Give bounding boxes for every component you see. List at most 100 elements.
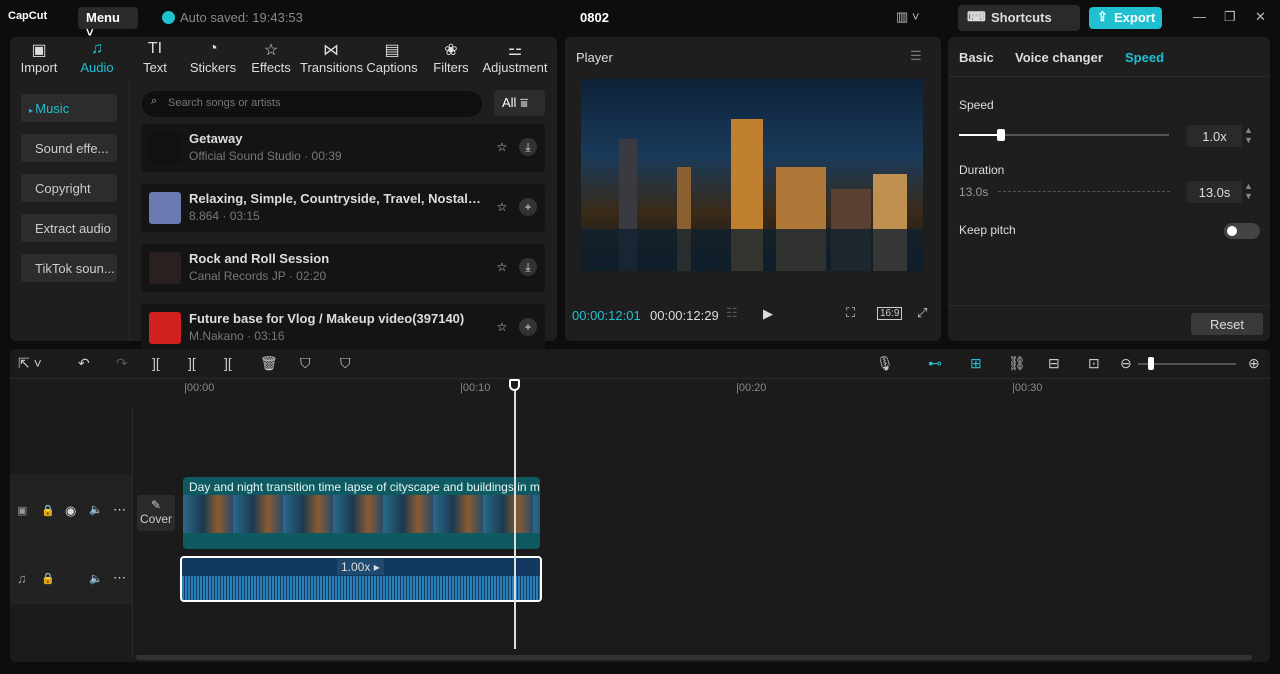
split-icon[interactable]: ][ (152, 355, 160, 371)
keep-pitch-toggle[interactable] (1224, 223, 1260, 239)
tab-captions[interactable]: ▤ Captions (362, 37, 422, 79)
tab-text[interactable]: TI Text (126, 37, 184, 79)
time-tick: |00:30 (1012, 382, 1043, 394)
video-clip[interactable]: Day and night transition time lapse of c… (183, 477, 540, 549)
lock-icon[interactable]: 🔒 (41, 504, 55, 517)
favorite-icon[interactable]: ☆ (493, 138, 511, 156)
tab-stickers[interactable]: ◔ Stickers (184, 37, 242, 79)
song-item[interactable]: Getaway Official Sound Studio · 00:39 ☆ ⤓ (141, 124, 545, 172)
audio-icon: ♫ (91, 40, 103, 57)
speed-slider[interactable] (959, 129, 1169, 141)
audio-sidebar: ▸ Music Sound effe... Copyright Extract aud… (10, 79, 130, 341)
favorite-icon[interactable]: ☆ (493, 318, 511, 336)
minimize-icon[interactable]: — (1193, 9, 1206, 24)
lock-icon[interactable]: 🔒 (41, 572, 55, 585)
sidebar-item[interactable]: Copyright (21, 174, 117, 202)
tab-voice-changer[interactable]: Voice changer (1015, 50, 1103, 65)
audio-speed-label: 1.00x (341, 560, 371, 574)
horizontal-scrollbar[interactable] (136, 655, 1252, 660)
preview-axis-icon[interactable]: ⊟ (1048, 355, 1060, 372)
sidebar-item[interactable]: Extract audio (21, 214, 117, 242)
menu-button[interactable]: Menu ˅ (78, 7, 138, 40)
filter-button[interactable]: All ⩸ (494, 90, 545, 116)
tab-adjustment[interactable]: ⚍ Adjustment (480, 37, 550, 79)
reset-button[interactable]: Reset (1191, 313, 1263, 335)
duration-stepper[interactable]: ▲ ▼ (1244, 181, 1253, 201)
song-item[interactable]: Rock and Roll Session Canal Records JP · … (141, 244, 545, 292)
add-icon[interactable]: + (519, 318, 537, 336)
search-input[interactable]: ⌕ Search songs or artists (142, 91, 482, 117)
speed-label: Speed (959, 98, 994, 112)
player-menu-icon[interactable]: ☰ (910, 48, 922, 64)
speed-slider-handle[interactable] (997, 129, 1005, 141)
select-tool-icon[interactable]: ⇱ ˅ (18, 355, 42, 372)
import-icon: ▣ (31, 42, 47, 59)
marker-icon[interactable]: ⛉ (340, 355, 351, 372)
download-icon[interactable]: ⤓ (519, 138, 537, 156)
layout-icon[interactable]: ▥ ˅ (896, 9, 920, 25)
favorite-icon[interactable]: ☆ (493, 258, 511, 276)
filter-icon: ⩸ (520, 95, 528, 110)
add-icon[interactable]: + (519, 198, 537, 216)
more-icon[interactable]: ⋯ (113, 570, 126, 586)
link-icon[interactable]: ⛓ (1008, 355, 1026, 372)
volume-icon[interactable]: 🔈 (89, 503, 103, 516)
song-thumbnail (149, 312, 181, 344)
auto-snap-icon[interactable]: ⊞ (970, 355, 982, 372)
zoom-in-icon[interactable]: ⊕ (1248, 355, 1260, 372)
properties-panel: Basic Voice changer Speed Speed 1.0x ▲ ▼ … (948, 37, 1270, 341)
tab-audio[interactable]: ♫ Audio (68, 37, 126, 79)
main-track-magnet-icon[interactable]: ⊷ (928, 355, 942, 372)
speed-input[interactable]: 1.0x (1187, 125, 1242, 147)
cover-button[interactable]: ✎ Cover (137, 495, 175, 531)
zoom-slider[interactable] (1138, 357, 1236, 370)
close-icon[interactable]: ✕ (1255, 9, 1266, 25)
play-button[interactable]: ▶ (763, 306, 773, 322)
song-item[interactable]: Future base for Vlog / Makeup video(3971… (141, 304, 545, 352)
speed-slider-fill (959, 134, 1001, 136)
tab-import[interactable]: ▣ Import (10, 37, 68, 79)
sidebar-item[interactable]: Sound effe... (21, 134, 117, 162)
aspect-ratio-button[interactable]: 16:9 (877, 307, 903, 320)
split-left-icon[interactable]: ][ (188, 355, 196, 371)
check-icon (162, 11, 175, 24)
tab-speed[interactable]: Speed (1125, 50, 1164, 65)
sidebar-item[interactable]: TikTok soun... (21, 254, 117, 282)
timeline-grid-icon[interactable]: ☷ (726, 305, 738, 321)
song-name: Relaxing, Simple, Countryside, Travel, N… (189, 191, 484, 206)
ai-marker-icon[interactable]: ⛉ (300, 355, 311, 372)
audio-clip[interactable]: 1.00x ▸ (180, 556, 542, 602)
more-icon[interactable]: ⋯ (113, 502, 126, 518)
fullscreen-icon[interactable]: ⤢ (917, 305, 927, 321)
undo-icon[interactable]: ↶ (78, 355, 90, 372)
song-item[interactable]: Relaxing, Simple, Countryside, Travel, N… (141, 184, 545, 232)
speed-stepper[interactable]: ▲ ▼ (1244, 125, 1253, 145)
sidebar-item[interactable]: ▸ Music (21, 94, 117, 122)
split-right-icon[interactable]: ][ (224, 355, 232, 371)
redo-icon[interactable]: ↷ (116, 355, 128, 372)
tab-effects[interactable]: ☆ Effects (242, 37, 300, 79)
search-icon: ⌕ (151, 95, 158, 107)
fit-icon[interactable]: ⛶ (846, 305, 855, 321)
shortcuts-button[interactable]: ⌨ Shortcuts (958, 5, 1080, 31)
eye-icon[interactable]: ◉ (65, 503, 76, 519)
restore-icon[interactable]: ❐ (1224, 9, 1236, 25)
zoom-out-icon[interactable]: ⊖ (1120, 355, 1132, 372)
microphone-icon[interactable]: 🎙 (876, 355, 894, 372)
delete-icon[interactable]: 🗑 (260, 355, 278, 372)
video-preview (581, 79, 923, 271)
duration-input[interactable]: 13.0s (1187, 181, 1242, 203)
tab-filters[interactable]: ❀ Filters (422, 37, 480, 79)
filter-label: All (502, 95, 517, 110)
thumbnail-icon[interactable]: ⊡ (1088, 355, 1100, 372)
export-button[interactable]: ⇪ Export (1089, 7, 1162, 29)
volume-icon[interactable]: 🔈 (89, 572, 103, 585)
zoom-handle[interactable] (1148, 357, 1154, 370)
favorite-icon[interactable]: ☆ (493, 198, 511, 216)
download-icon[interactable]: ⤓ (519, 258, 537, 276)
tab-basic[interactable]: Basic (959, 50, 994, 65)
tab-transitions[interactable]: ⋈ Transitions (300, 37, 363, 79)
playhead[interactable] (514, 384, 516, 649)
playhead-handle[interactable] (509, 379, 520, 391)
player-panel: Player ☰ 00:00:12:01 00:00:12:29 ☷ ▶ ⛶ 1… (565, 37, 941, 341)
